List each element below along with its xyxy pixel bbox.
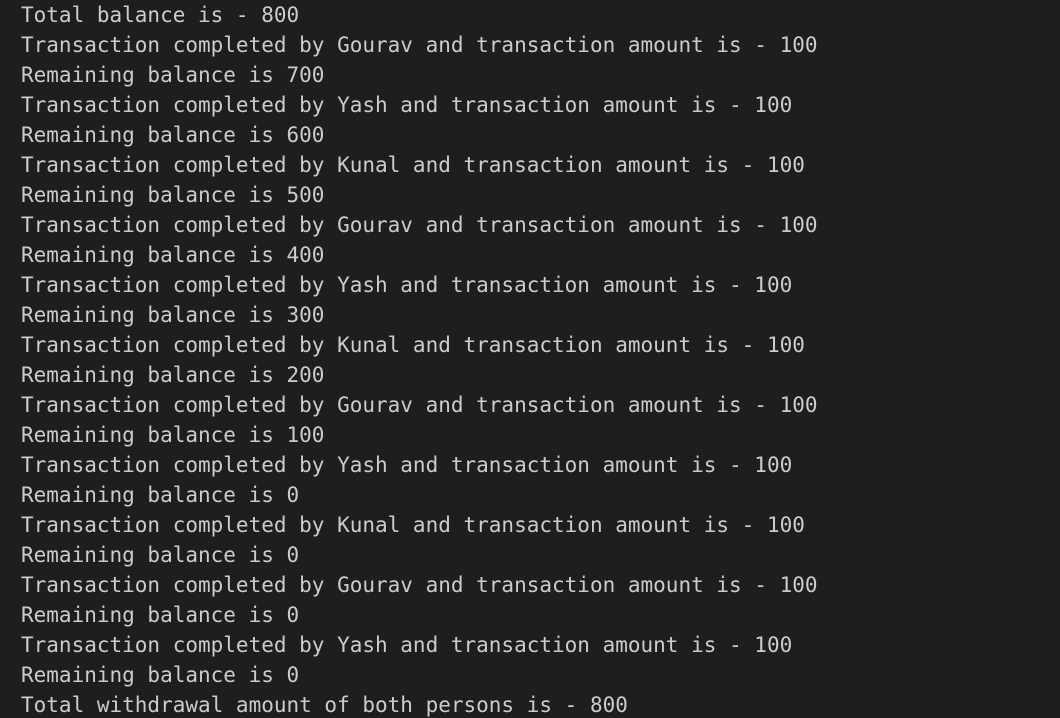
terminal-line: Remaining balance is 0: [21, 603, 300, 627]
terminal-line: Transaction completed by Gourav and tran…: [21, 393, 818, 417]
terminal-output: Total balance is - 800 Transaction compl…: [0, 0, 1060, 718]
terminal-line: Remaining balance is 300: [21, 303, 325, 327]
terminal-line: Transaction completed by Kunal and trans…: [21, 333, 805, 357]
terminal-line: Transaction completed by Gourav and tran…: [21, 213, 818, 237]
terminal-line: Transaction completed by Gourav and tran…: [21, 573, 818, 597]
terminal-line: Remaining balance is 0: [21, 543, 300, 567]
terminal-line: Transaction completed by Kunal and trans…: [21, 513, 805, 537]
terminal-line: Remaining balance is 500: [21, 183, 325, 207]
terminal-line: Remaining balance is 100: [21, 423, 325, 447]
terminal-line: Transaction completed by Yash and transa…: [21, 633, 793, 657]
terminal-line: Transaction completed by Yash and transa…: [21, 93, 793, 117]
terminal-line: Remaining balance is 700: [21, 63, 325, 87]
terminal-line: Transaction completed by Gourav and tran…: [21, 33, 818, 57]
terminal-line: Remaining balance is 0: [21, 663, 300, 687]
terminal-line: Transaction completed by Kunal and trans…: [21, 153, 805, 177]
terminal-line: Total withdrawal amount of both persons …: [21, 693, 628, 717]
terminal-line: Total balance is - 800: [21, 3, 300, 27]
terminal-line: Remaining balance is 600: [21, 123, 325, 147]
terminal-line: Remaining balance is 0: [21, 483, 300, 507]
terminal-line: Transaction completed by Yash and transa…: [21, 273, 793, 297]
terminal-line: Transaction completed by Yash and transa…: [21, 453, 793, 477]
terminal-line: Remaining balance is 400: [21, 243, 325, 267]
terminal-line: Remaining balance is 200: [21, 363, 325, 387]
